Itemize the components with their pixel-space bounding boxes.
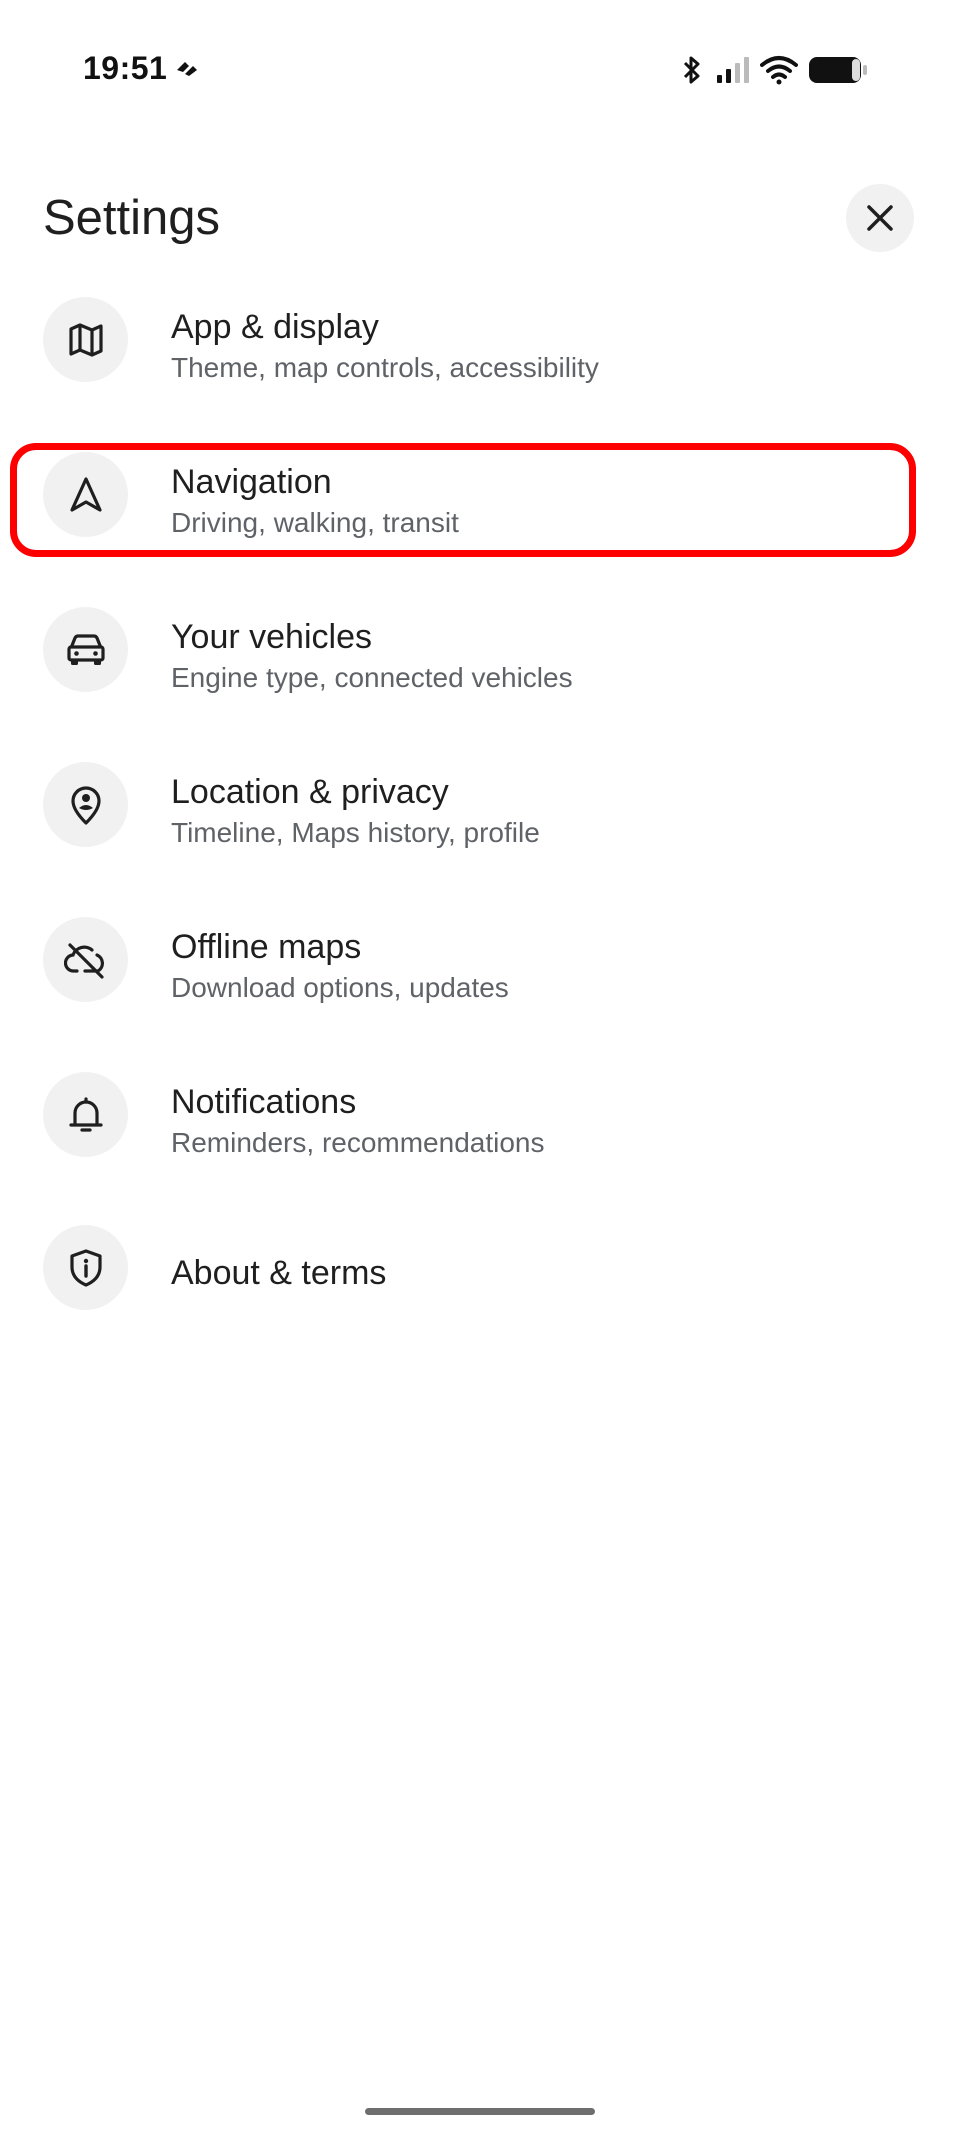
setting-about-terms[interactable]: About & terms	[0, 1203, 960, 1333]
setting-subtitle: Timeline, Maps history, profile	[171, 817, 540, 848]
status-bar: 19:51	[0, 0, 960, 140]
car-icon	[65, 630, 107, 670]
setting-subtitle: Driving, walking, transit	[171, 507, 459, 538]
close-button[interactable]	[846, 184, 914, 252]
setting-title: Navigation	[171, 463, 332, 501]
map-icon	[66, 320, 106, 360]
shield-icon-circle	[43, 1225, 128, 1310]
cellular-signal-icon	[716, 56, 752, 84]
home-indicator[interactable]	[365, 2108, 595, 2115]
setting-your-vehicles[interactable]: Your vehicles Engine type, connected veh…	[0, 585, 960, 715]
page-title: Settings	[43, 191, 221, 245]
setting-location-privacy[interactable]: Location & privacy Timeline, Maps histor…	[0, 740, 960, 870]
data-saver-icon	[173, 56, 201, 80]
navigation-arrow-icon	[66, 475, 106, 515]
setting-offline-maps[interactable]: Offline maps Download options, updates	[0, 895, 960, 1025]
close-icon	[865, 203, 895, 233]
bluetooth-icon	[680, 55, 704, 85]
setting-title: Location & privacy	[171, 773, 449, 811]
setting-app-display[interactable]: App & display Theme, map controls, acces…	[0, 275, 960, 405]
setting-title: App & display	[171, 308, 379, 346]
navigation-icon-circle	[43, 452, 128, 537]
battery-icon	[808, 56, 868, 84]
cloud-off-icon-circle	[43, 917, 128, 1002]
setting-subtitle: Engine type, connected vehicles	[171, 662, 573, 693]
location-icon-circle	[43, 762, 128, 847]
car-icon-circle	[43, 607, 128, 692]
bell-icon	[66, 1094, 106, 1136]
location-person-icon	[66, 784, 106, 826]
setting-title: About & terms	[171, 1254, 387, 1292]
bell-icon-circle	[43, 1072, 128, 1157]
setting-title: Your vehicles	[171, 618, 372, 656]
setting-subtitle: Reminders, recommendations	[171, 1127, 545, 1158]
setting-notifications[interactable]: Notifications Reminders, recommendations	[0, 1050, 960, 1180]
wifi-icon	[760, 55, 798, 85]
status-time: 19:51	[83, 50, 168, 86]
setting-title: Notifications	[171, 1083, 357, 1121]
setting-title: Offline maps	[171, 928, 362, 966]
setting-subtitle: Theme, map controls, accessibility	[171, 352, 599, 383]
setting-subtitle: Download options, updates	[171, 972, 509, 1003]
map-icon-circle	[43, 297, 128, 382]
shield-info-icon	[66, 1247, 106, 1289]
cloud-off-icon	[63, 940, 108, 980]
setting-navigation[interactable]: Navigation Driving, walking, transit	[0, 430, 960, 560]
